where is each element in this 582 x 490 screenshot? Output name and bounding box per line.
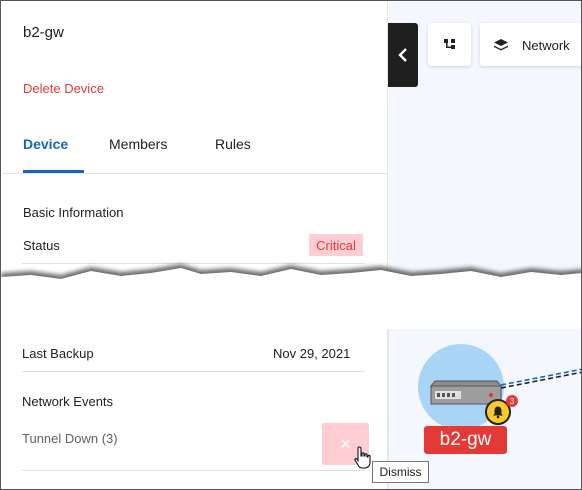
collapse-panel-button[interactable] [388, 23, 418, 87]
status-label: Status [23, 238, 60, 253]
torn-paper-divider [1, 264, 581, 329]
divider [22, 470, 365, 471]
layers-icon [494, 39, 508, 51]
active-tab-indicator [23, 170, 84, 173]
network-event-item: Tunnel Down (3) [22, 431, 118, 446]
last-backup-label: Last Backup [22, 346, 94, 361]
device-name-title: b2-gw [23, 24, 64, 41]
divider [22, 371, 365, 372]
status-badge: Critical [309, 234, 363, 256]
topology-layout-button[interactable] [428, 23, 471, 66]
network-events-heading: Network Events [22, 394, 114, 409]
basic-information-heading: Basic Information [23, 205, 124, 220]
chevron-left-icon [398, 48, 407, 62]
window: Network b2-gw Delete Device Device Membe… [0, 0, 582, 490]
tab-rules[interactable]: Rules [215, 136, 251, 152]
hierarchy-icon [444, 39, 455, 49]
device-node-label: b2-gw [424, 426, 507, 454]
network-layer-label: Network [522, 38, 570, 53]
tab-device[interactable]: Device [23, 136, 68, 152]
tab-members[interactable]: Members [109, 136, 167, 152]
dismiss-tooltip: Dismiss [372, 461, 429, 483]
close-icon: ✕ [339, 436, 352, 453]
delete-device-link[interactable]: Delete Device [23, 81, 104, 96]
connection-link [501, 368, 581, 389]
bell-icon [493, 406, 503, 419]
last-backup-value: Nov 29, 2021 [273, 346, 351, 361]
alert-count-badge: 3 [506, 395, 518, 407]
tab-bar: Device Members Rules [2, 122, 388, 174]
